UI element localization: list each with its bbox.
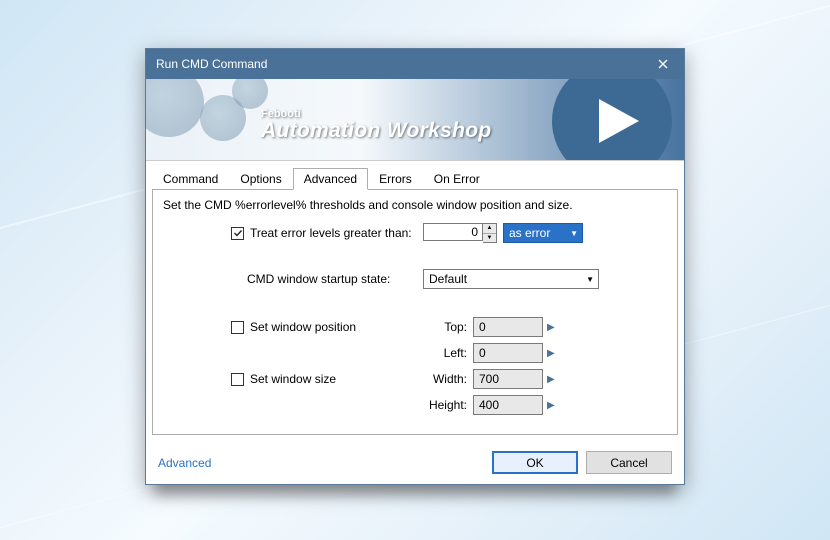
tab-advanced[interactable]: Advanced: [293, 168, 368, 190]
startup-state-value: Default: [429, 272, 467, 286]
left-input[interactable]: [473, 343, 543, 363]
variable-picker-icon[interactable]: ▶: [547, 374, 555, 385]
gear-icon: [146, 79, 204, 137]
left-label: Left:: [423, 346, 473, 360]
banner: Febooti Automation Workshop: [146, 79, 684, 161]
variable-picker-icon[interactable]: ▶: [547, 322, 555, 333]
title-bar[interactable]: Run CMD Command: [146, 49, 684, 79]
gear-icon: [232, 79, 268, 109]
advanced-link[interactable]: Advanced: [158, 456, 211, 470]
ok-button[interactable]: OK: [492, 451, 578, 474]
set-position-checkbox[interactable]: [231, 321, 244, 334]
chevron-down-icon: ▼: [586, 275, 594, 284]
top-label: Top:: [423, 320, 473, 334]
tab-on-error[interactable]: On Error: [423, 168, 491, 190]
error-level-spinner[interactable]: ▲ ▼: [423, 223, 497, 243]
panel-description: Set the CMD %errorlevel% thresholds and …: [163, 198, 667, 212]
chevron-down-icon: ▼: [570, 229, 578, 238]
startup-state-select[interactable]: Default ▼: [423, 269, 599, 289]
dialog-window: Run CMD Command Febooti Automation Works…: [145, 48, 685, 485]
play-icon: [589, 93, 645, 149]
window-title: Run CMD Command: [156, 57, 267, 71]
spin-down-button[interactable]: ▼: [483, 234, 496, 243]
width-label: Width:: [423, 372, 473, 386]
treat-as-value: as error: [509, 226, 550, 240]
startup-state-label: CMD window startup state:: [247, 272, 390, 286]
set-size-checkbox[interactable]: [231, 373, 244, 386]
cancel-button[interactable]: Cancel: [586, 451, 672, 474]
height-input[interactable]: [473, 395, 543, 415]
tab-options[interactable]: Options: [229, 168, 292, 190]
height-label: Height:: [423, 398, 473, 412]
width-input[interactable]: [473, 369, 543, 389]
close-button[interactable]: [650, 53, 676, 75]
tab-panel: Set the CMD %errorlevel% thresholds and …: [152, 189, 678, 435]
treat-error-checkbox[interactable]: [231, 227, 244, 240]
play-logo: [552, 79, 672, 161]
variable-picker-icon[interactable]: ▶: [547, 400, 555, 411]
tab-errors[interactable]: Errors: [368, 168, 423, 190]
variable-picker-icon[interactable]: ▶: [547, 348, 555, 359]
treat-as-select[interactable]: as error ▼: [503, 223, 583, 243]
tab-strip: Command Options Advanced Errors On Error: [152, 167, 678, 189]
set-size-label: Set window size: [250, 372, 336, 386]
spin-up-button[interactable]: ▲: [483, 224, 496, 234]
check-icon: [233, 228, 243, 238]
set-position-label: Set window position: [250, 320, 356, 334]
tab-command[interactable]: Command: [152, 168, 229, 190]
error-level-input[interactable]: [423, 223, 483, 241]
top-input[interactable]: [473, 317, 543, 337]
treat-error-label: Treat error levels greater than:: [250, 226, 412, 240]
brand-large: Automation Workshop: [261, 120, 491, 141]
close-icon: [658, 59, 668, 69]
footer: Advanced OK Cancel: [146, 441, 684, 484]
